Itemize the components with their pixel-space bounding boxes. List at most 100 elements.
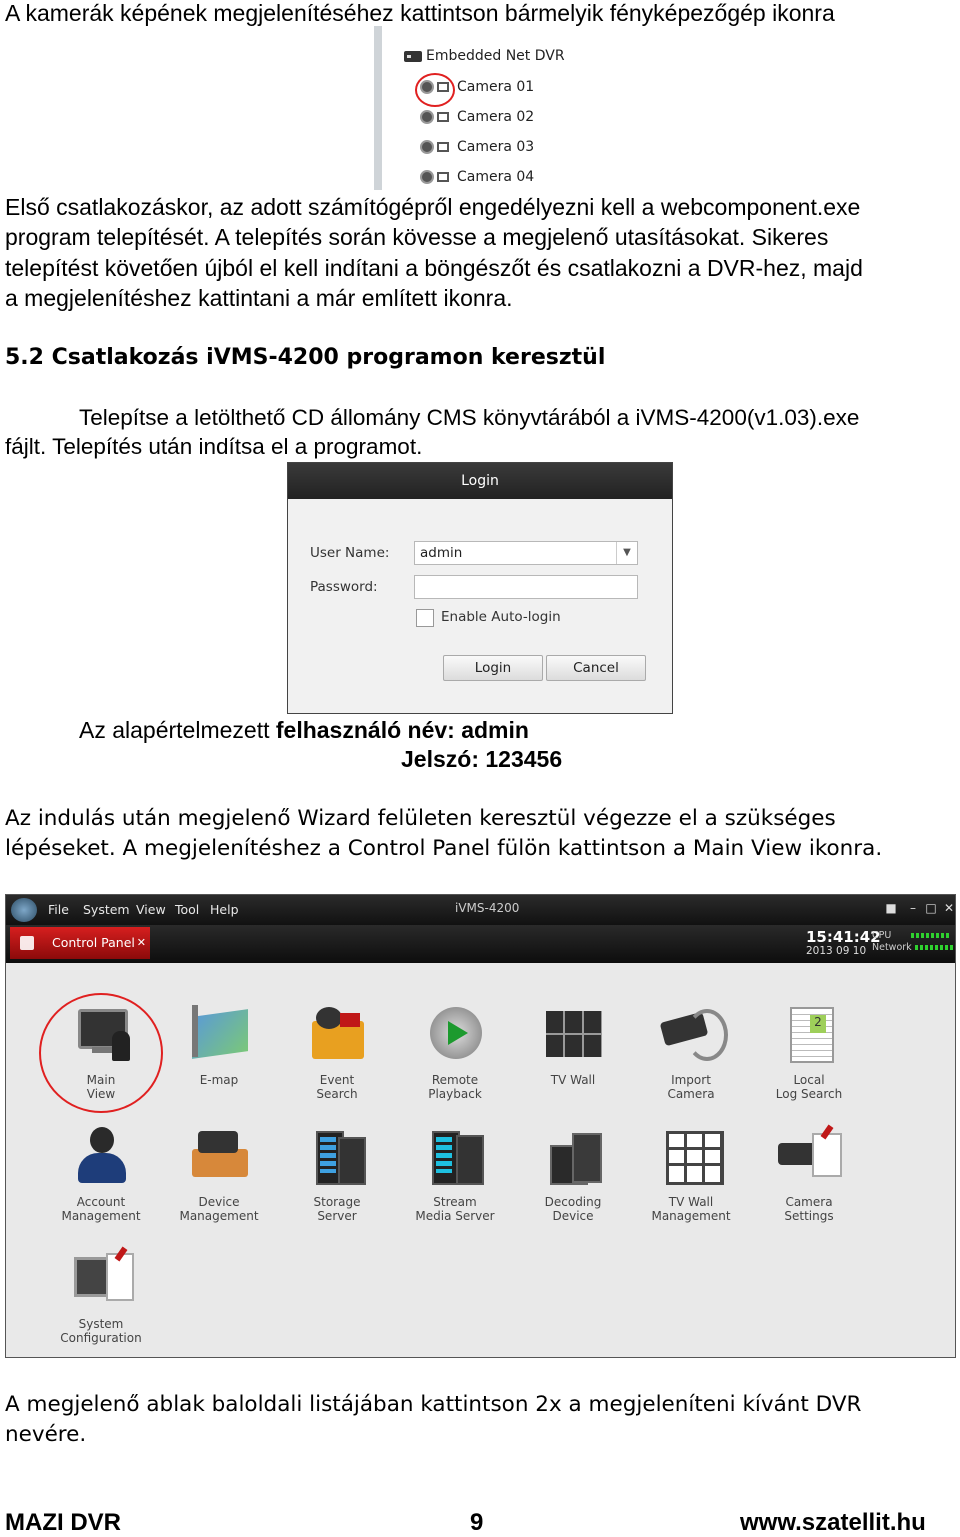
- password-field[interactable]: [414, 575, 638, 599]
- tree-camera-3[interactable]: Camera 03: [420, 135, 534, 159]
- minimize-icon[interactable]: –: [906, 901, 920, 915]
- tile-label: Account Management: [61, 1195, 141, 1223]
- tab-control-panel[interactable]: Control Panel ✕: [10, 927, 150, 959]
- username-label: User Name:: [310, 545, 390, 561]
- password-label: Password:: [310, 579, 378, 595]
- device-icon[interactable]: [184, 1125, 254, 1189]
- camera-icon[interactable]: [420, 170, 434, 184]
- tree-camera-4[interactable]: Camera 04: [420, 165, 534, 189]
- dvr-tree-screenshot: Embedded Net DVR Camera 01 Camera 02 Cam…: [374, 26, 585, 190]
- user-icon[interactable]: [66, 1125, 136, 1189]
- camera-icon[interactable]: [420, 140, 434, 154]
- ivms-menubar: File System View Tool Help iVMS-4200 ■ –…: [6, 895, 955, 925]
- maximize-icon[interactable]: □: [924, 901, 938, 915]
- tile-label: Storage Server: [313, 1195, 361, 1223]
- tile-map[interactable]: E-map: [164, 1003, 274, 1087]
- tile-playback[interactable]: Remote Playback: [400, 1003, 510, 1101]
- tree-camera-2[interactable]: Camera 02: [420, 105, 534, 129]
- login-button[interactable]: Login: [443, 655, 543, 681]
- para1-line2: program telepítését. A telepítés során k…: [5, 224, 829, 250]
- ivms-logo-icon: [11, 898, 37, 922]
- tile-label: Event Search: [316, 1073, 358, 1101]
- network-label: Network: [872, 942, 912, 953]
- camera-icon[interactable]: [420, 110, 434, 124]
- tile-label: Decoding Device: [544, 1195, 602, 1223]
- username-value: admin: [420, 545, 463, 561]
- camera-label: Camera 01: [457, 79, 535, 95]
- footer-left: MAZI DVR: [5, 1509, 121, 1536]
- tile-stream-server[interactable]: Stream Media Server: [400, 1125, 510, 1223]
- close-icon[interactable]: ✕: [942, 901, 955, 915]
- tree-root[interactable]: Embedded Net DVR: [404, 44, 565, 68]
- tile-label: System Configuration: [60, 1317, 142, 1345]
- network-meter: [914, 945, 955, 950]
- para3-line1: A megjelenő ablak baloldali listájában k…: [5, 1392, 862, 1417]
- tile-event-folder[interactable]: Event Search: [282, 1003, 392, 1101]
- menu-view[interactable]: View: [136, 902, 166, 917]
- tile-tv-wall-grid[interactable]: TV Wall Management: [636, 1125, 746, 1223]
- ivms-app-title: iVMS-4200: [455, 901, 520, 915]
- para2-line1: Az indulás után megjelenő Wizard felület…: [5, 806, 836, 831]
- menu-help[interactable]: Help: [210, 902, 239, 917]
- stream-server-icon[interactable]: [420, 1125, 490, 1189]
- login-dialog: Login User Name: admin ▼ Password: Enabl…: [287, 462, 673, 714]
- tab-close-icon[interactable]: ✕: [137, 927, 146, 959]
- control-panel-icon: [20, 936, 34, 950]
- clock-date: 2013 09 10: [806, 945, 867, 957]
- section-heading: 5.2 Csatlakozás iVMS-4200 programon kere…: [5, 345, 606, 370]
- login-dialog-title: Login: [288, 463, 672, 499]
- camera-label: Camera 04: [457, 169, 535, 185]
- monitor-icon: [437, 112, 449, 122]
- tile-label: Remote Playback: [428, 1073, 482, 1101]
- tile-label: Stream Media Server: [415, 1195, 495, 1223]
- tile-camera-import[interactable]: Import Camera: [636, 1003, 746, 1101]
- tile-label: TV Wall: [550, 1073, 596, 1087]
- tv-wall-grid-icon[interactable]: [656, 1125, 726, 1189]
- event-folder-icon[interactable]: [302, 1003, 372, 1067]
- tile-label: Device Management: [179, 1195, 259, 1223]
- username-field[interactable]: admin ▼: [414, 541, 638, 565]
- tile-label: Import Camera: [667, 1073, 715, 1101]
- camera-import-icon[interactable]: [656, 1003, 728, 1067]
- lock-icon[interactable]: ■: [884, 901, 898, 915]
- storage-icon[interactable]: [302, 1125, 372, 1189]
- menu-system[interactable]: System: [83, 902, 130, 917]
- default-password: Jelszó: 123456: [401, 746, 563, 772]
- map-icon[interactable]: [184, 1003, 254, 1067]
- camera-highlight-circle: [415, 73, 455, 107]
- playback-icon[interactable]: [420, 1003, 490, 1067]
- cpu-label: CPU: [872, 930, 892, 941]
- tile-log[interactable]: 2 Local Log Search: [754, 1003, 864, 1101]
- camera-settings-icon[interactable]: [774, 1124, 844, 1189]
- dvr-icon: [404, 50, 422, 62]
- para2-line2: lépéseket. A megjelenítéshez a Control P…: [5, 836, 883, 861]
- menu-file[interactable]: File: [48, 902, 69, 917]
- cpu-meter: [911, 933, 952, 938]
- intro-text: A kamerák képének megjelenítéséhez katti…: [5, 0, 835, 26]
- system-monitor: CPU Network: [872, 930, 955, 954]
- default-credentials-line: Az alapértelmezett felhasználó név: admi…: [79, 715, 529, 745]
- tile-device[interactable]: Device Management: [164, 1125, 274, 1223]
- menu-tool[interactable]: Tool: [175, 902, 199, 917]
- system-config-icon[interactable]: [66, 1246, 136, 1311]
- clock-time: 15:41:42: [806, 928, 881, 946]
- log-icon[interactable]: 2: [774, 1003, 844, 1067]
- chevron-down-icon[interactable]: ▼: [616, 542, 637, 564]
- cancel-button[interactable]: Cancel: [546, 655, 646, 681]
- tile-decoder[interactable]: Decoding Device: [518, 1125, 628, 1223]
- tile-camera-settings[interactable]: Camera Settings: [754, 1124, 864, 1223]
- auto-login-checkbox[interactable]: [416, 609, 434, 627]
- camera-label: Camera 02: [457, 109, 535, 125]
- footer-page-number: 9: [470, 1509, 484, 1536]
- tv-wall-icon[interactable]: [538, 1003, 608, 1067]
- decoder-icon[interactable]: [538, 1125, 608, 1189]
- default-lead: Az alapértelmezett: [79, 717, 276, 743]
- tile-system-config[interactable]: System Configuration: [46, 1246, 156, 1345]
- tile-user[interactable]: Account Management: [46, 1125, 156, 1223]
- tile-label: TV Wall Management: [651, 1195, 731, 1223]
- tile-tv-wall[interactable]: TV Wall: [518, 1003, 628, 1087]
- clock: 15:41:42 2013 09 10: [806, 929, 881, 957]
- para1-line1: Első csatlakozáskor, az adott számítógép…: [5, 194, 861, 220]
- tile-storage[interactable]: Storage Server: [282, 1125, 392, 1223]
- camera-label: Camera 03: [457, 139, 535, 155]
